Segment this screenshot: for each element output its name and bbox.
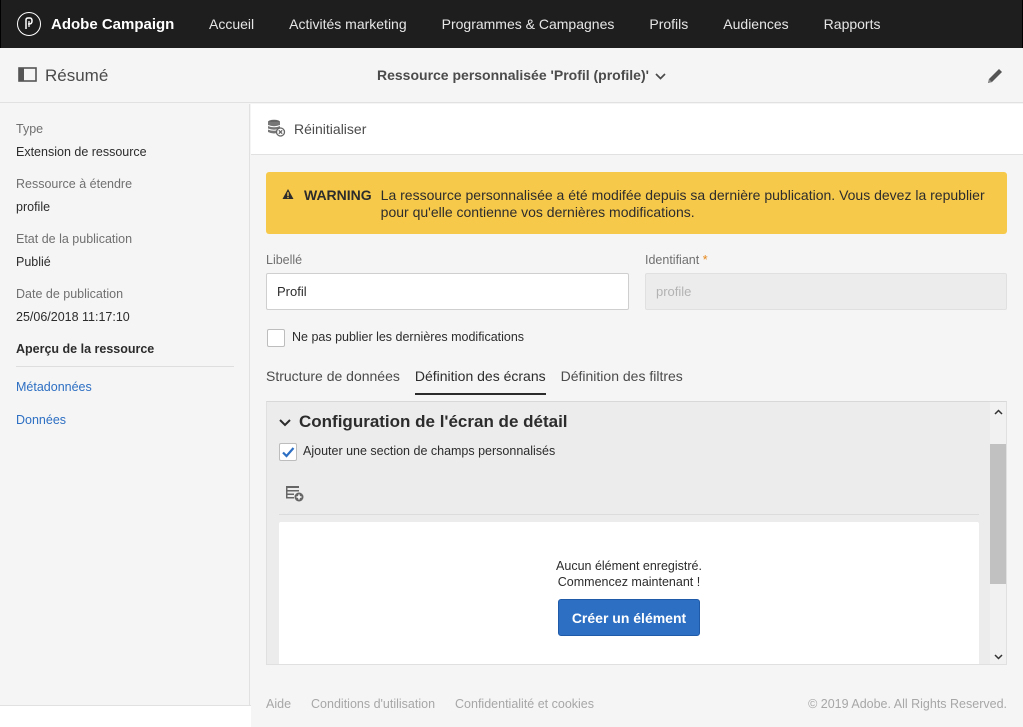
tab-definition-filtres[interactable]: Définition des filtres bbox=[561, 368, 683, 395]
publication-state-label: Etat de la publication bbox=[16, 232, 133, 246]
extend-resource-value: profile bbox=[16, 200, 51, 214]
type-label: Type bbox=[16, 122, 44, 136]
empty-line-1: Aucun élément enregistré. bbox=[556, 559, 702, 573]
scroll-up-arrow-icon[interactable] bbox=[993, 406, 1004, 417]
scrollbar-thumb[interactable] bbox=[990, 444, 1006, 584]
resource-title-dropdown[interactable]: Ressource personnalisée 'Profil (profile… bbox=[377, 67, 666, 83]
chevron-down-icon bbox=[279, 415, 291, 430]
extend-resource-label: Ressource à étendre bbox=[16, 177, 133, 191]
publication-state-value: Publié bbox=[16, 255, 51, 269]
no-publish-checkbox[interactable] bbox=[267, 329, 285, 347]
empty-line-2: Commencez maintenant ! bbox=[557, 575, 701, 589]
tab-bar: Structure de données Définition des écra… bbox=[266, 368, 698, 395]
empty-state-message: Aucun élément enregistré. Commencez main… bbox=[279, 558, 979, 590]
identifiant-input: profile bbox=[645, 273, 1007, 310]
libelle-value: Profil bbox=[277, 284, 307, 299]
divider bbox=[279, 514, 979, 515]
footer-link-conditions[interactable]: Conditions d'utilisation bbox=[311, 697, 435, 711]
warning-banner: WARNING La ressource personnalisée a été… bbox=[266, 172, 1007, 234]
pencil-icon[interactable] bbox=[985, 66, 1005, 89]
checkmark-icon bbox=[282, 447, 295, 458]
action-bar: Réinitialiser bbox=[251, 104, 1023, 155]
warning-icon bbox=[282, 188, 294, 234]
link-donnees[interactable]: Données bbox=[16, 413, 66, 427]
config-section-toggle[interactable]: Configuration de l'écran de détail bbox=[279, 412, 568, 432]
resource-preview-heading: Aperçu de la ressource bbox=[16, 342, 155, 356]
summary-panel: Type Extension de ressource Ressource à … bbox=[0, 104, 264, 727]
nav-item-audiences[interactable]: Audiences bbox=[723, 16, 788, 32]
page-header: Résumé Ressource personnalisée 'Profil (… bbox=[0, 48, 1023, 103]
footer-link-aide[interactable]: Aide bbox=[266, 697, 291, 711]
nav-item-programmes-campagnes[interactable]: Programmes & Campagnes bbox=[442, 16, 615, 32]
no-publish-label: Ne pas publier les dernières modificatio… bbox=[292, 330, 525, 344]
add-section-label: Ajouter une section de champs personnali… bbox=[303, 444, 556, 458]
link-metadonnees[interactable]: Métadonnées bbox=[16, 380, 92, 394]
empty-state-card: Aucun élément enregistré. Commencez main… bbox=[279, 522, 979, 664]
type-value: Extension de ressource bbox=[16, 145, 147, 159]
config-title: Configuration de l'écran de détail bbox=[299, 412, 568, 431]
panel-icon bbox=[18, 67, 37, 85]
database-reset-icon bbox=[267, 119, 286, 140]
add-section-checkbox[interactable] bbox=[279, 443, 297, 461]
identifiant-label-text: Identifiant bbox=[645, 253, 700, 267]
detail-screen-config-panel: Configuration de l'écran de détail Ajout… bbox=[266, 401, 1007, 665]
top-navigation-bar: Adobe Campaign Accueil Activités marketi… bbox=[0, 0, 1023, 48]
nav-item-accueil[interactable]: Accueil bbox=[209, 16, 254, 32]
app-name: Adobe Campaign bbox=[51, 15, 175, 33]
main-nav: Accueil Activités marketing Programmes &… bbox=[209, 16, 915, 32]
tab-structure-donnees[interactable]: Structure de données bbox=[266, 368, 400, 395]
copyright: © 2019 Adobe. All Rights Reserved. bbox=[808, 697, 1007, 711]
warning-text: La ressource personnalisée a été modifée… bbox=[380, 187, 985, 220]
reset-button[interactable]: Réinitialiser bbox=[267, 119, 366, 140]
nav-item-activites-marketing[interactable]: Activités marketing bbox=[289, 16, 406, 32]
vertical-scrollbar[interactable] bbox=[990, 402, 1006, 664]
chevron-down-icon bbox=[655, 67, 666, 83]
required-marker: * bbox=[702, 253, 708, 267]
add-section-icon[interactable] bbox=[285, 484, 305, 505]
summary-title: Résumé bbox=[45, 66, 109, 85]
main-content: Réinitialiser WARNING La ressource perso… bbox=[251, 104, 1023, 727]
identifiant-label: Identifiant * bbox=[645, 253, 708, 267]
publication-date-value: 25/06/2018 11:17:10 bbox=[16, 310, 130, 324]
app-logo[interactable]: Adobe Campaign bbox=[17, 12, 209, 36]
resource-title: Ressource personnalisée 'Profil (profile… bbox=[377, 67, 649, 83]
panel-footer bbox=[0, 705, 264, 727]
reset-label: Réinitialiser bbox=[294, 121, 367, 137]
summary-toggle[interactable]: Résumé bbox=[18, 66, 108, 86]
adobe-campaign-logo-icon bbox=[17, 12, 41, 36]
libelle-label: Libellé bbox=[266, 253, 303, 267]
tab-definition-ecrans[interactable]: Définition des écrans bbox=[414, 368, 546, 395]
scroll-down-arrow-icon[interactable] bbox=[993, 650, 1004, 661]
page-footer: Aide Conditions d'utilisation Confidenti… bbox=[266, 697, 1007, 711]
footer-link-confidentialite[interactable]: Confidentialité et cookies bbox=[455, 697, 594, 711]
nav-item-profils[interactable]: Profils bbox=[649, 16, 688, 32]
identifiant-placeholder: profile bbox=[656, 284, 692, 299]
publication-date-label: Date de publication bbox=[16, 287, 124, 301]
divider bbox=[16, 366, 234, 367]
warning-title: WARNING bbox=[304, 187, 372, 203]
nav-item-rapports[interactable]: Rapports bbox=[824, 16, 881, 32]
libelle-input[interactable]: Profil bbox=[266, 273, 629, 310]
create-element-button[interactable]: Créer un élément bbox=[558, 599, 700, 636]
